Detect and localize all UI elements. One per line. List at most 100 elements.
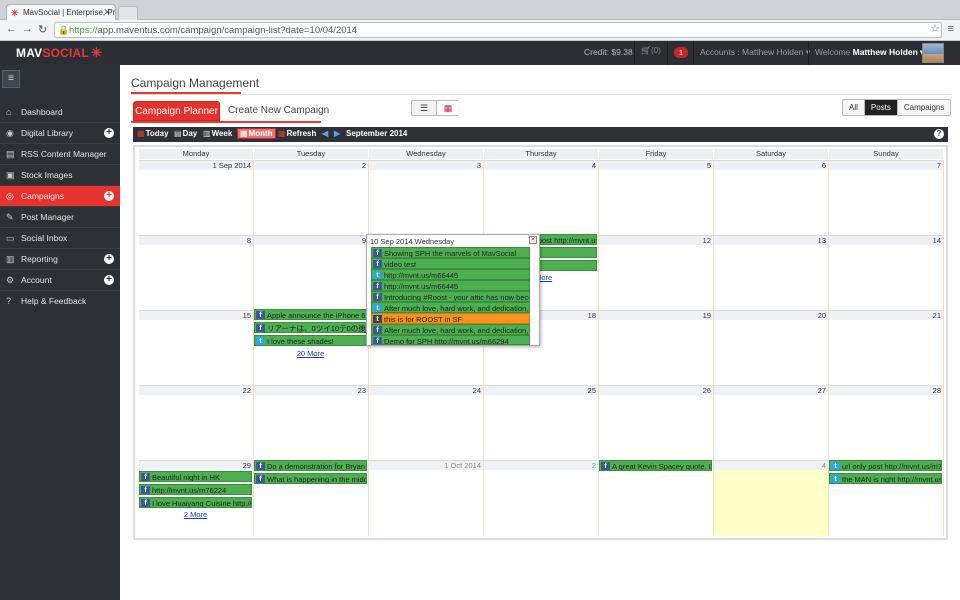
browser-menu-icon[interactable]: ≡ bbox=[948, 23, 954, 35]
calendar-day-cell[interactable]: 25 bbox=[484, 386, 599, 461]
calendar-event[interactable]: t url only post http://mvnt.us/m7 bbox=[829, 460, 942, 471]
bookmark-star-icon[interactable]: ☆ bbox=[930, 22, 940, 35]
calendar-day-cell[interactable]: 7 bbox=[829, 161, 944, 236]
url-input[interactable]: 🔒 https://app.maventus.com/campaign/camp… bbox=[54, 22, 942, 38]
filter-posts-button[interactable]: Posts bbox=[863, 100, 898, 115]
week-button[interactable]: ▥Week bbox=[203, 129, 232, 138]
calendar-day-cell[interactable]: 2 bbox=[484, 461, 599, 536]
user-menu[interactable]: Welcome Matthew Holden ▾ bbox=[815, 47, 924, 58]
browser-tab[interactable]: ✳ MavSocial | Enterprise, Pro ✕ bbox=[6, 4, 116, 20]
sidebar-item-dashboard[interactable]: ⌂ Dashboard bbox=[0, 102, 120, 123]
popover-event[interactable]: f Demo for SPH http://mvnt.us/m66294 bbox=[371, 335, 530, 345]
hamburger-menu-icon[interactable]: ≡ bbox=[2, 70, 20, 88]
expand-plus-icon[interactable]: + bbox=[104, 191, 114, 201]
calendar-day-cell[interactable]: 15 bbox=[139, 311, 254, 386]
popover-event[interactable]: f http://mvnt.us/m66445 bbox=[371, 280, 530, 291]
calendar-day-cell[interactable]: 20 bbox=[714, 311, 829, 386]
prev-month-icon[interactable]: ◀ bbox=[322, 129, 328, 138]
facebook-icon: f bbox=[373, 282, 382, 290]
calendar-day-cell[interactable]: 13 bbox=[714, 236, 829, 311]
calendar-day-cell[interactable]: 9 bbox=[254, 236, 369, 311]
today-button[interactable]: ▦Today bbox=[137, 129, 169, 138]
sidebar-item-campaigns[interactable]: ◎ Campaigns + bbox=[0, 186, 120, 207]
popover-event[interactable]: t http://mvnt.us/m66445 bbox=[371, 269, 530, 280]
calendar-day-cell[interactable]: 3 bbox=[599, 461, 714, 536]
calendar-day-cell[interactable]: 26 bbox=[599, 386, 714, 461]
sidebar-item-post-manager[interactable]: ✎ Post Manager bbox=[0, 207, 120, 228]
refresh-button[interactable]: ▦Refresh bbox=[278, 129, 316, 138]
lock-icon: 🔒 bbox=[58, 25, 70, 35]
calendar-day-cell[interactable]: 1 Oct 2014 bbox=[369, 461, 484, 536]
more-events-link[interactable]: 2 More bbox=[139, 510, 252, 519]
expand-plus-icon[interactable]: + bbox=[104, 254, 114, 264]
more-events-link[interactable]: 20 More bbox=[254, 349, 367, 358]
calendar-event[interactable]: f リアーナは、0ツイ10テ0の後女 bbox=[254, 322, 367, 333]
calendar-day-cell[interactable]: 5 bbox=[599, 161, 714, 236]
forward-icon[interactable]: → bbox=[22, 23, 33, 35]
sidebar-item-social-inbox[interactable]: ▭ Social Inbox bbox=[0, 228, 120, 249]
calendar-day-cell[interactable]: 3 bbox=[369, 161, 484, 236]
logo[interactable]: MAVSOCIAL ✳ bbox=[16, 45, 102, 61]
tab-create-new-campaign[interactable]: Create New Campaign bbox=[228, 101, 329, 121]
popover-event[interactable]: f Introducing #Roost - your attic has now… bbox=[371, 291, 530, 302]
calendar-day-cell[interactable]: 21 bbox=[829, 311, 944, 386]
filter-all-button[interactable]: All bbox=[843, 100, 864, 115]
calendar-day-cell[interactable]: 23 bbox=[254, 386, 369, 461]
avatar[interactable] bbox=[922, 43, 944, 63]
tab-campaign-planner[interactable]: Campaign Planner bbox=[133, 101, 220, 121]
sidebar-item-account[interactable]: ⚙ Account + bbox=[0, 270, 120, 291]
calendar-day-cell[interactable]: 1 Sep 2014 bbox=[139, 161, 254, 236]
notification-badge[interactable]: 1 bbox=[674, 47, 688, 58]
next-month-icon[interactable]: ▶ bbox=[334, 129, 340, 138]
back-icon[interactable]: ← bbox=[6, 23, 17, 35]
month-button[interactable]: ▦Month bbox=[237, 128, 276, 139]
calendar-day-cell[interactable]: 12 bbox=[599, 236, 714, 311]
popover-event[interactable]: f video test bbox=[371, 258, 530, 269]
calendar-day-cell[interactable]: 27 bbox=[714, 386, 829, 461]
reload-icon[interactable]: ↻ bbox=[38, 23, 47, 36]
help-icon[interactable]: ? bbox=[934, 129, 944, 139]
facebook-icon: f bbox=[256, 324, 265, 332]
close-tab-icon[interactable]: ✕ bbox=[103, 7, 111, 18]
sidebar-item-stock-images[interactable]: ▣ Stock Images bbox=[0, 165, 120, 186]
calendar-day-cell[interactable]: 6 bbox=[714, 161, 829, 236]
new-tab-button[interactable] bbox=[118, 6, 138, 20]
popover-event[interactable]: f Showing SPH the marvels of MavSocial bbox=[371, 247, 530, 258]
event-text: I love Huaiyang Cuisine http://r bbox=[152, 499, 252, 508]
sidebar-item-help[interactable]: ? Help & Feedback bbox=[0, 291, 120, 312]
popover-event[interactable]: t After much love, hard work, and dedicat… bbox=[371, 302, 530, 313]
calendar-day-cell[interactable]: 24 bbox=[369, 386, 484, 461]
sidebar-item-reporting[interactable]: ▥ Reporting + bbox=[0, 249, 120, 270]
calendar-event[interactable]: f What is happening in the middl bbox=[254, 473, 367, 484]
expand-plus-icon[interactable]: + bbox=[104, 275, 114, 285]
calendar-day-cell[interactable]: 22 bbox=[139, 386, 254, 461]
list-view-icon[interactable]: ☰ bbox=[412, 101, 436, 115]
filter-campaigns-button[interactable]: Campaigns bbox=[898, 100, 950, 115]
calendar-day-cell[interactable]: 19 bbox=[599, 311, 714, 386]
calendar-day-cell[interactable]: 14 bbox=[829, 236, 944, 311]
calendar-day-cell[interactable]: 4 bbox=[484, 161, 599, 236]
calendar-view-icon[interactable]: ▦ bbox=[436, 101, 459, 115]
expand-plus-icon[interactable]: + bbox=[104, 128, 114, 138]
calendar-event[interactable]: t the MAN is right http://mvnt.us bbox=[829, 473, 942, 484]
calendar-day-cell[interactable]: 4 bbox=[714, 461, 829, 536]
calendar-event[interactable]: f Apple announce the iPhone 6 a bbox=[254, 309, 367, 320]
calendar-event[interactable]: f http://mvnt.us/m76224 bbox=[139, 484, 252, 495]
calendar-event[interactable]: f Beautiful night in HK bbox=[139, 471, 252, 482]
sidebar-item-rss[interactable]: ▤ RSS Content Manager bbox=[0, 144, 120, 165]
calendar-day-cell[interactable]: 28 bbox=[829, 386, 944, 461]
calendar-day-cell[interactable]: 8 bbox=[139, 236, 254, 311]
event-text: Demo for SPH http://mvnt.us/m66294 bbox=[384, 337, 509, 345]
close-icon[interactable]: ✕ bbox=[529, 236, 537, 244]
calendar-event[interactable]: fA great Kevin Spacey quote. Liv bbox=[599, 460, 712, 471]
popover-event[interactable]: f After much love, hard work, and dedicat… bbox=[371, 324, 530, 335]
calendar-day-cell[interactable]: 2 bbox=[254, 161, 369, 236]
calendar-event[interactable]: fI love Huaiyang Cuisine http://r bbox=[139, 497, 252, 508]
cart-icon[interactable]: 🛒(0) bbox=[641, 46, 661, 55]
day-button[interactable]: ▤Day bbox=[174, 129, 197, 138]
sidebar-item-digital-library[interactable]: ◉ Digital Library + bbox=[0, 123, 120, 144]
accounts-dropdown[interactable]: Accounts : Matthew Holden ▾ bbox=[700, 47, 810, 58]
calendar-event[interactable]: f Do a demonstration for Bryan bbox=[254, 460, 367, 471]
popover-event[interactable]: t this is for ROOST in SF bbox=[371, 313, 530, 324]
calendar-event[interactable]: tI love these shades! bbox=[254, 335, 367, 346]
